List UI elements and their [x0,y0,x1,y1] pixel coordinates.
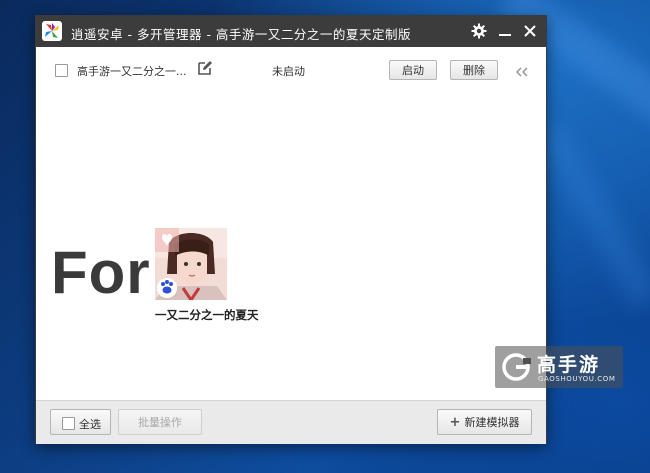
start-button[interactable]: 启动 [389,60,437,80]
instance-row: 高手游一又二分之一... 未启动 启动 删除 [36,47,546,93]
delete-button[interactable]: 删除 [450,60,498,80]
bottom-toolbar: 全选 批量操作 + 新建模拟器 [36,400,546,444]
settings-icon[interactable] [470,22,488,40]
instance-name: 高手游一又二分之一... [77,65,187,78]
instance-status: 未启动 [272,65,305,78]
edit-icon[interactable] [197,60,213,76]
desktop-light-beam [534,120,650,309]
memu-logo-icon [42,21,62,41]
gaoshouyou-logo-icon [501,352,531,382]
promo-for-text: For [51,239,151,306]
multi-instance-manager-window: 逍遥安卓 - 多开管理器 - 高手游一又二分之一的夏天定制版 高手游一又二分之一… [35,15,623,444]
collapse-chevron-icon[interactable] [515,63,529,77]
minimize-icon[interactable] [496,22,514,40]
batch-operation-button[interactable]: 批量操作 [118,409,202,435]
instance-checkbox[interactable] [55,64,68,77]
game-name: 一又二分之一的夏天 [155,308,259,322]
title-bar[interactable]: 逍遥安卓 - 多开管理器 - 高手游一又二分之一的夏天定制版 [36,16,546,47]
watermark-brand: 高手游 [537,354,601,376]
new-emulator-label: 新建模拟器 [464,416,520,429]
select-all-label: 全选 [79,418,101,431]
window-title: 逍遥安卓 - 多开管理器 - 高手游一又二分之一的夏天定制版 [71,24,411,43]
game-icon [155,228,227,300]
watermark: 高手游 GAOSHOUYOU.COM [495,346,623,388]
plus-icon: + [449,414,461,430]
select-all-button[interactable]: 全选 [50,409,111,435]
new-emulator-button[interactable]: + 新建模拟器 [437,409,532,435]
app-name: 逍遥安卓 - 多开管理器 [71,27,202,42]
close-icon[interactable] [521,22,539,40]
watermark-domain: GAOSHOUYOU.COM [538,375,616,383]
select-all-checkbox[interactable] [62,417,75,430]
edition-name: - 高手游一又二分之一的夏天定制版 [206,27,411,42]
